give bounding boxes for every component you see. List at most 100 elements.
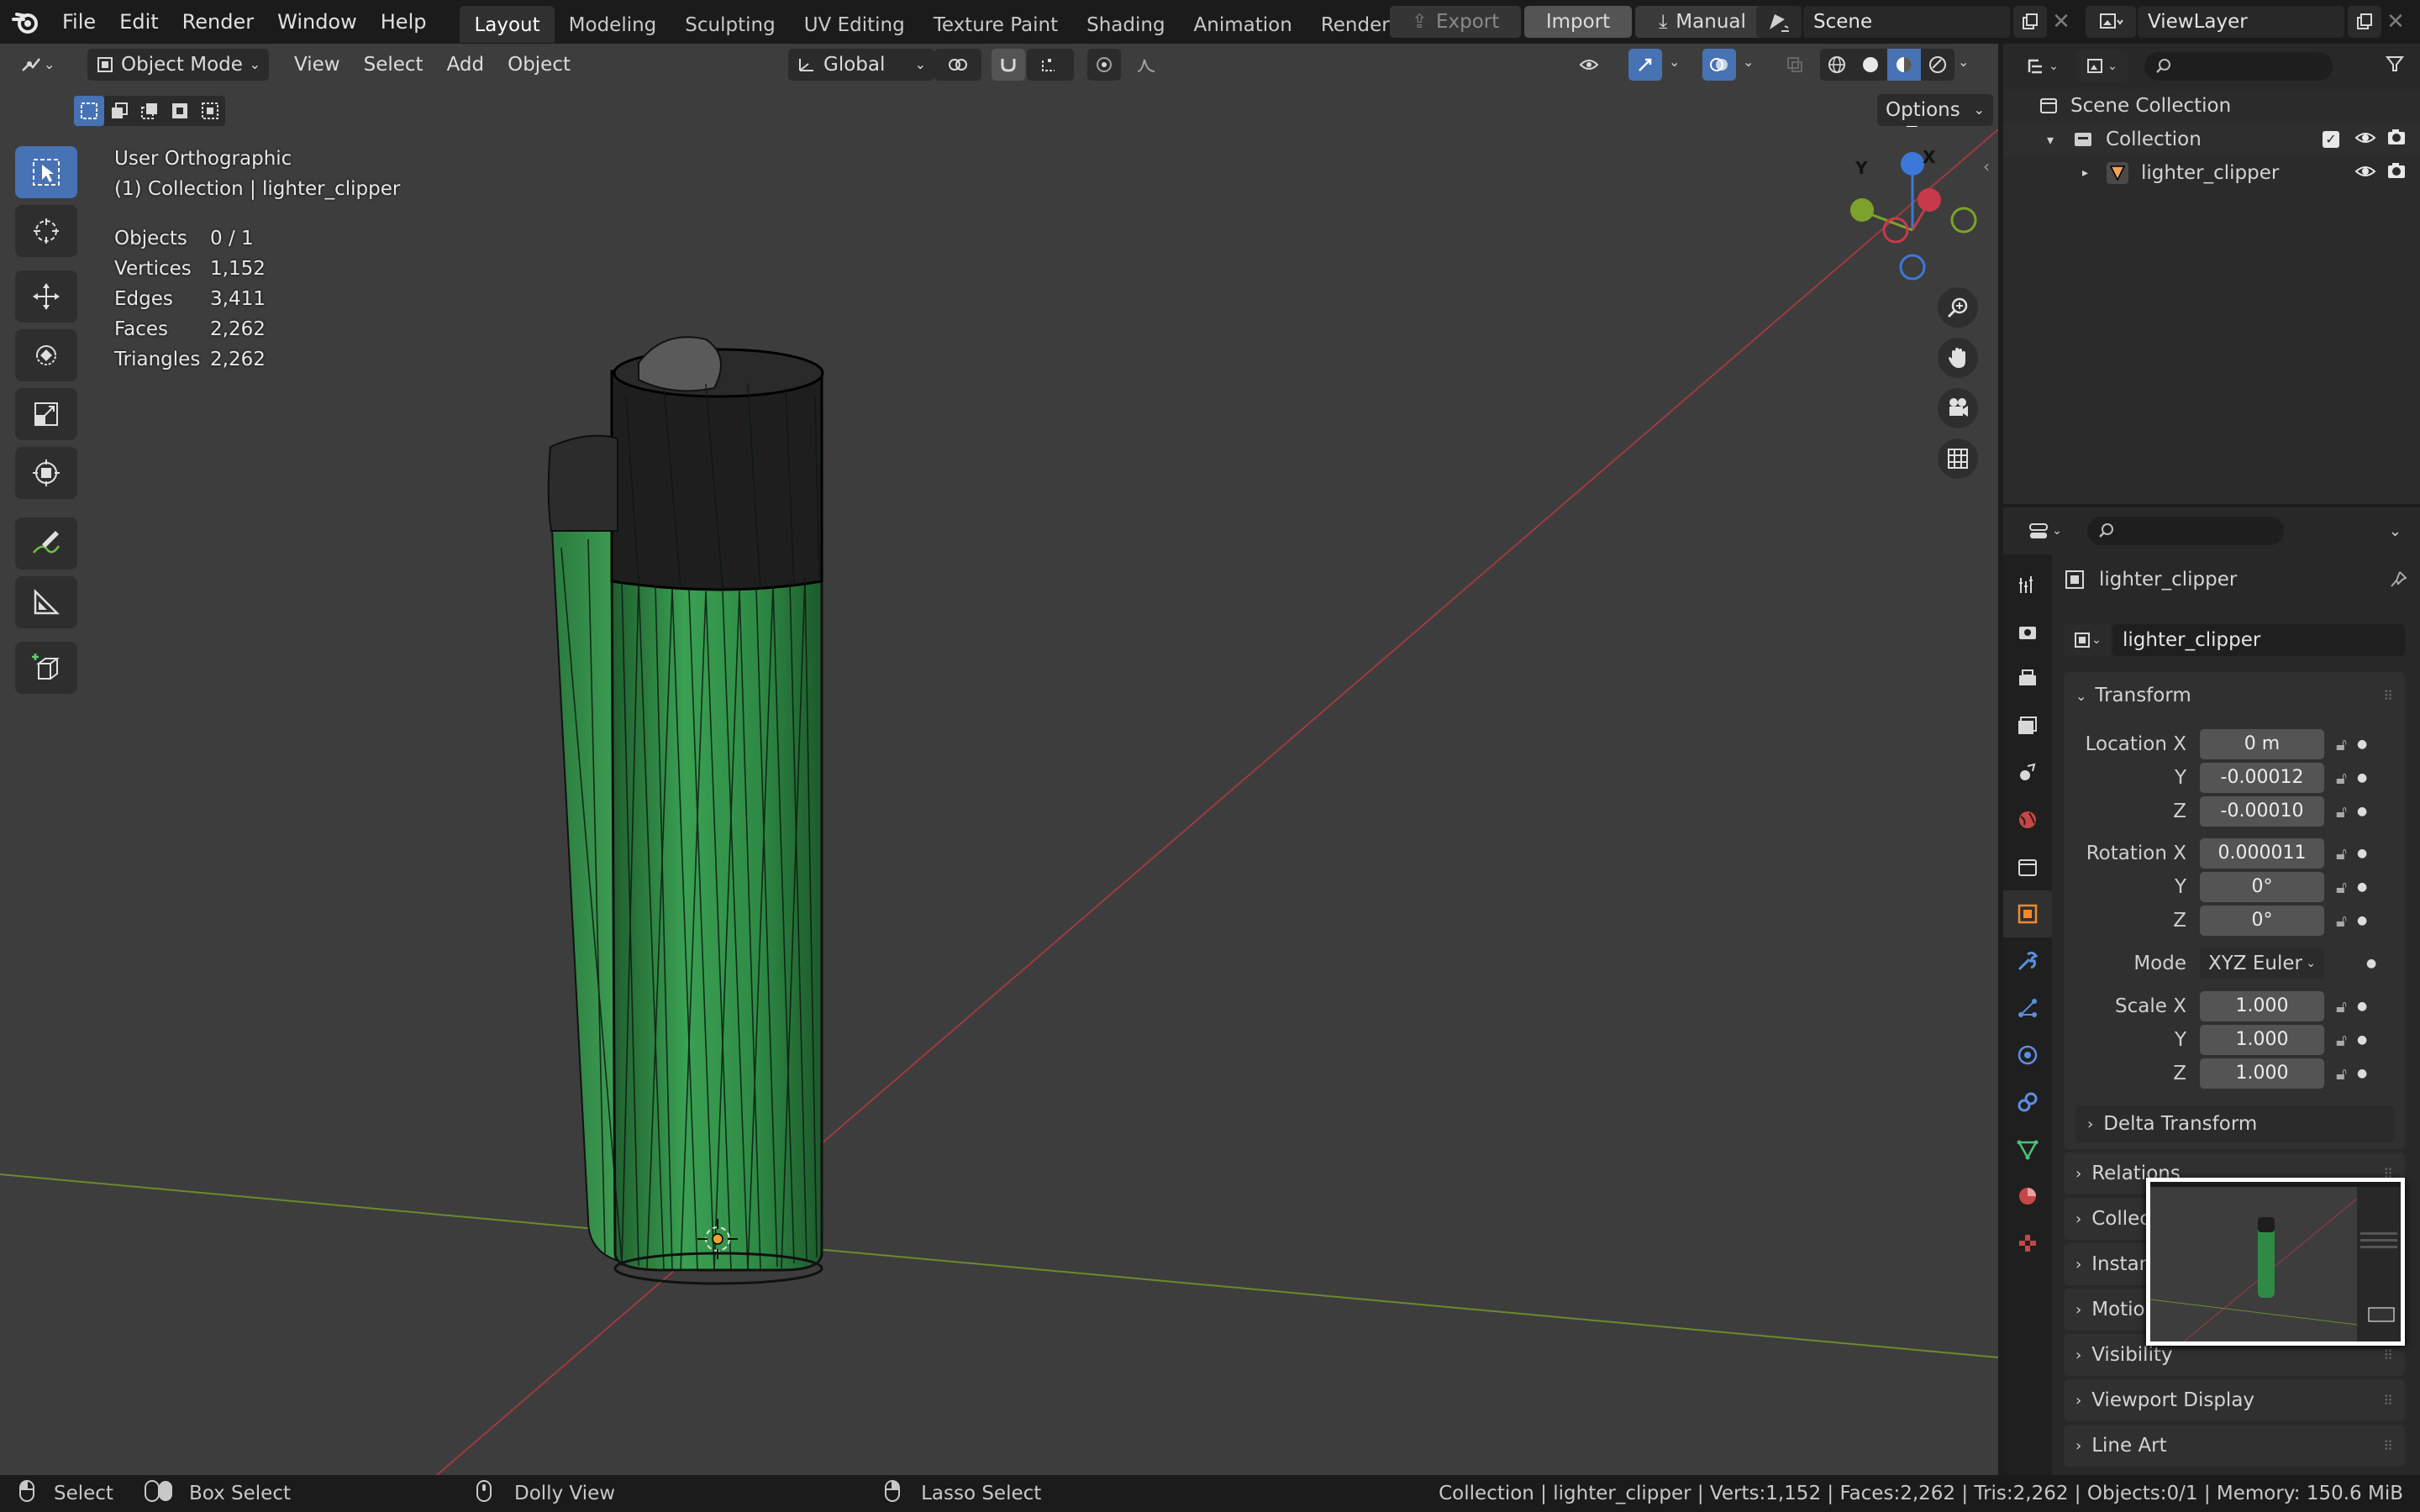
menu-view[interactable]: View [286,49,349,81]
line-art-section[interactable]: › Line Art ⠿ [2064,1425,2405,1467]
grid-view-icon[interactable] [1938,438,1978,479]
delta-transform-subpanel[interactable]: › Delta Transform [2075,1105,2395,1142]
tab-layout[interactable]: Layout [460,6,555,43]
menu-help[interactable]: Help [369,0,439,44]
select-invert-icon[interactable] [165,96,195,126]
drag-handle-icon[interactable]: ⠿ [2383,1393,2393,1409]
expand-arrow-icon[interactable]: ▸ [2082,166,2097,180]
eye-icon[interactable] [2354,162,2376,184]
render-tab-icon[interactable] [2003,608,2052,655]
rotation-x-field[interactable]: 0.000011 [2200,838,2324,869]
collection-tab-icon[interactable] [2003,843,2052,890]
keyframe-dot-icon[interactable]: ● [2357,880,2367,894]
chevron-down-icon[interactable]: ⌄ [1743,54,1754,70]
lock-icon[interactable]: 🔓︎ [2336,877,2347,897]
new-view-layer-icon[interactable] [2348,6,2381,38]
pan-hand-icon[interactable] [1938,338,1978,378]
cursor-tool-icon[interactable] [15,205,77,257]
tool-tab-icon[interactable] [2003,561,2052,608]
outliner-search-input[interactable] [2144,52,2333,81]
chevron-down-icon[interactable]: ⌄ [2389,522,2402,540]
chevron-down-icon[interactable]: ⌄ [1958,54,1969,70]
select-intersect-icon[interactable] [195,96,225,126]
close-view-layer-icon[interactable]: ✕ [2381,9,2410,34]
falloff-icon[interactable] [1123,49,1170,81]
material-tab-icon[interactable] [2003,1173,2052,1220]
transform-header[interactable]: ⌄ Transform ⠿ [2064,672,2405,719]
display-mode-icon[interactable]: ⌄ [2075,50,2128,82]
select-extend-icon[interactable] [104,96,134,126]
transform-tool-icon[interactable] [15,447,77,499]
keyframe-dot-icon[interactable]: ● [2357,771,2367,785]
xray-toggle-icon[interactable] [1778,49,1812,81]
snap-target-icon[interactable] [1027,49,1074,81]
scale-y-field[interactable]: 1.000 [2200,1025,2324,1055]
proportional-edit-icon[interactable] [1087,49,1121,81]
tab-sculpting[interactable]: Sculpting [671,6,789,43]
object-tab-icon[interactable] [2003,890,2052,937]
drag-handle-icon[interactable]: ⠿ [2383,1347,2393,1363]
3d-viewport[interactable]: Z X Y [0,44,1998,1475]
close-scene-icon[interactable]: ✕ [2047,9,2075,34]
editor-type-button[interactable]: ⌄ [12,49,76,81]
eye-icon[interactable] [2354,129,2376,150]
gizmo-toggle-icon[interactable] [1628,49,1662,81]
solid-shading-icon[interactable] [1854,55,1887,75]
lock-icon[interactable]: 🔓︎ [2336,1030,2347,1050]
rotation-mode-dropdown[interactable]: XYZ Euler ⌄ [2200,948,2324,979]
lock-icon[interactable]: 🔓︎ [2336,911,2347,931]
location-z-field[interactable]: -0.00010 [2200,796,2324,827]
keyframe-dot-icon[interactable]: ● [2357,1067,2367,1080]
scene-icon[interactable] [1756,6,1802,38]
measure-tool-icon[interactable] [15,576,77,628]
lock-icon[interactable]: 🔓︎ [2336,996,2347,1016]
menu-edit[interactable]: Edit [108,0,170,44]
menu-add[interactable]: Add [439,49,493,81]
tab-modeling[interactable]: Modeling [555,6,671,43]
material-preview-icon[interactable] [1887,49,1921,81]
output-tab-icon[interactable] [2003,655,2052,702]
blender-logo-icon[interactable] [0,0,50,44]
rotation-y-field[interactable]: 0° [2200,872,2324,902]
datablock-browse-icon[interactable]: ⌄ [2064,624,2111,656]
lock-icon[interactable]: 🔓︎ [2336,768,2347,788]
data-tab-icon[interactable] [2003,1126,2052,1173]
collapse-sidebar-icon[interactable]: ‹ [1983,156,1990,176]
filter-icon[interactable] [2385,54,2405,79]
visibility-icon[interactable] [1566,49,1617,81]
expand-arrow-icon[interactable]: ▾ [2047,132,2065,148]
pivot-point-icon[interactable] [934,49,981,81]
drag-handle-icon[interactable]: ⠿ [2383,688,2393,704]
datablock-name-field[interactable]: lighter_clipper [2112,624,2405,656]
select-box-tool-icon[interactable] [15,146,77,198]
scale-tool-icon[interactable] [15,388,77,440]
scale-z-field[interactable]: 1.000 [2200,1058,2324,1089]
menu-file[interactable]: File [50,0,108,44]
keyframe-dot-icon[interactable]: ● [2357,1033,2367,1047]
object-row-lighter-clipper[interactable]: ▸ lighter_clipper [2003,156,2420,190]
import-button[interactable]: Import [1524,6,1632,38]
particles-tab-icon[interactable] [2003,984,2052,1032]
lock-icon[interactable]: 🔓︎ [2336,734,2347,754]
tab-animation[interactable]: Animation [1180,6,1307,43]
view-layer-field[interactable]: ViewLayer [2138,6,2344,38]
camera-render-icon[interactable] [2386,128,2407,151]
keyframe-dot-icon[interactable]: ● [2357,914,2367,927]
scene-name-field[interactable]: Scene [1803,6,2010,38]
screenshot-thumbnail[interactable] [2146,1178,2405,1346]
snap-toggle-icon[interactable] [992,49,1025,81]
properties-search-input[interactable] [2087,517,2284,545]
zoom-icon[interactable] [1938,287,1978,328]
outliner-editor-type-icon[interactable]: ⌄ [2020,50,2065,82]
view-layer-tab-icon[interactable] [2003,702,2052,749]
options-dropdown[interactable]: Options ⌄ [1877,94,1993,126]
drag-handle-icon[interactable]: ⠿ [2383,1438,2393,1454]
lock-icon[interactable]: 🔓︎ [2336,801,2347,822]
lock-icon[interactable]: 🔓︎ [2336,843,2347,864]
properties-editor-type-icon[interactable]: ⌄ [2020,515,2070,547]
select-new-icon[interactable] [74,96,104,126]
rotation-z-field[interactable]: 0° [2200,906,2324,936]
add-cube-tool-icon[interactable] [15,642,77,694]
wireframe-shading-icon[interactable] [1820,55,1854,75]
keyframe-dot-icon[interactable]: ● [2357,847,2367,860]
